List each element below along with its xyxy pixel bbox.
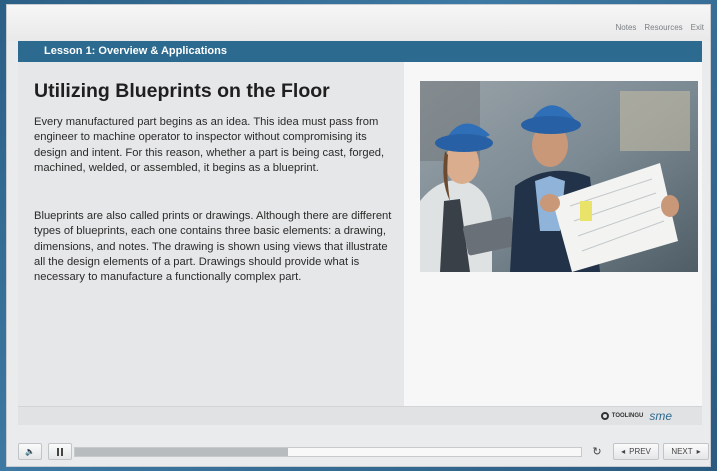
chevron-left-icon: ◂ (621, 447, 626, 456)
progress-fill (75, 448, 288, 456)
slide-content: Utilizing Blueprints on the Floor Every … (18, 62, 702, 406)
course-player: Notes Resources Exit Lesson 1: Overview … (6, 4, 711, 467)
brand-logos: TOOLINGU sme (600, 409, 672, 423)
text-panel: Utilizing Blueprints on the Floor Every … (18, 62, 404, 406)
slide-heading: Utilizing Blueprints on the Floor (34, 80, 330, 102)
resources-link[interactable]: Resources (644, 23, 682, 32)
workers-blueprint-photo (420, 81, 698, 272)
sme-logo: sme (649, 409, 672, 423)
photo-illustration (420, 81, 698, 272)
replay-button[interactable]: ↻ (587, 443, 607, 460)
paragraph-1: Every manufactured part begins as an ide… (34, 116, 385, 174)
speaker-icon: 🔈 (25, 447, 35, 456)
bottom-strip: TOOLINGU sme (18, 406, 702, 425)
tooling-u-gear-icon (600, 412, 609, 420)
prev-label: PREV (629, 447, 651, 456)
lesson-title-bar: Lesson 1: Overview & Applications (18, 41, 702, 62)
tooling-u-text: TOOLINGU (611, 413, 644, 419)
notes-link[interactable]: Notes (616, 23, 637, 32)
pause-button[interactable] (48, 443, 72, 460)
prev-button[interactable]: ◂ PREV (613, 443, 659, 460)
pause-icon (57, 447, 63, 456)
lesson-title: Lesson 1: Overview & Applications (44, 45, 227, 57)
next-button[interactable]: NEXT ▸ (663, 443, 709, 460)
chevron-right-icon: ▸ (696, 447, 701, 456)
top-bar: Notes Resources Exit (7, 5, 710, 41)
playback-controls: 🔈 ↻ ◂ PREV NEXT ▸ (7, 437, 710, 465)
volume-button[interactable]: 🔈 (18, 443, 42, 460)
replay-icon: ↻ (592, 446, 602, 458)
exit-link[interactable]: Exit (691, 23, 704, 32)
next-label: NEXT (671, 447, 693, 456)
tooling-u-logo: TOOLINGU (600, 412, 644, 420)
paragraph-2: Blueprints are also called prints or dra… (34, 210, 392, 284)
image-panel (404, 62, 702, 406)
top-links: Notes Resources Exit (616, 23, 705, 32)
progress-bar[interactable] (74, 447, 582, 457)
